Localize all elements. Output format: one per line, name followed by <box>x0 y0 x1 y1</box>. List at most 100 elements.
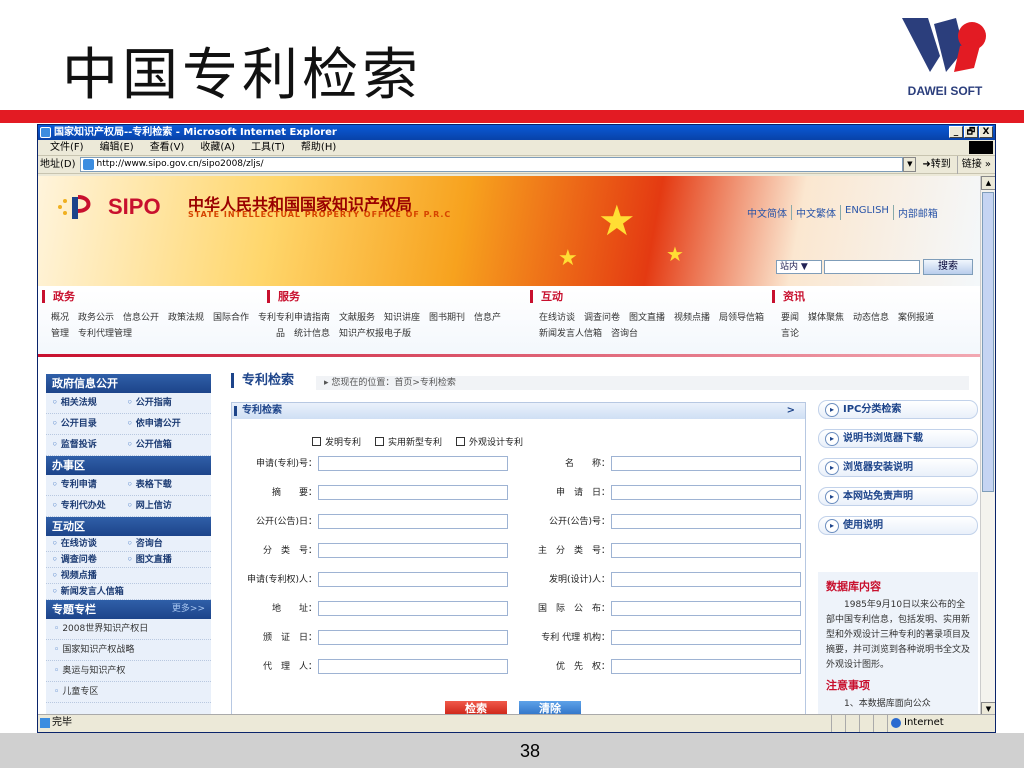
checkbox-utility-model[interactable]: 实用新型专利 <box>375 435 442 448</box>
sidebar-link[interactable]: 专利申请 <box>46 475 121 495</box>
menu-help[interactable]: 帮助(H) <box>293 140 344 155</box>
classification-input[interactable] <box>318 543 508 558</box>
sidebar-link[interactable]: 视频点播 <box>46 568 196 583</box>
ie-icon <box>40 127 51 138</box>
application-date-input[interactable] <box>611 485 801 500</box>
sidebar-special-item[interactable]: 奥运与知识产权 <box>46 661 211 682</box>
page-title: 专利检索 <box>231 373 294 388</box>
sidebar-link[interactable]: 专利代办处 <box>46 496 121 516</box>
disclaimer-button[interactable]: 本网站免责声明 <box>818 487 978 506</box>
more-link[interactable]: 更多>> <box>172 600 205 619</box>
sidebar-link[interactable]: 公开指南 <box>121 393 196 413</box>
sidebar-link[interactable]: 监督投诉 <box>46 435 121 455</box>
site-scope-select[interactable]: 站内 ▼ <box>776 260 822 274</box>
slide-footer <box>0 733 1024 768</box>
field-label: 颁 证 日： <box>262 633 317 643</box>
priority-input[interactable] <box>611 659 801 674</box>
menu-tools[interactable]: 工具(T) <box>243 140 293 155</box>
sidebar-link[interactable]: 表格下载 <box>121 475 196 495</box>
status-cell <box>845 715 859 732</box>
panel-arrow-icon[interactable]: > <box>787 403 795 419</box>
field-label: 发明(设计)人： <box>548 575 610 585</box>
sidebar-link[interactable]: 公开目录 <box>46 414 121 434</box>
nav-section-links[interactable]: 要闻 媒体聚焦 动态信息 案例报道 言论 <box>768 310 943 342</box>
grant-date-input[interactable] <box>318 630 508 645</box>
checkbox-design[interactable]: 外观设计专利 <box>456 435 523 448</box>
application-number-input[interactable] <box>318 456 508 471</box>
publication-number-input[interactable] <box>611 514 801 529</box>
sidebar-link[interactable]: 在线访谈 <box>46 536 121 551</box>
menu-favorites[interactable]: 收藏(A) <box>192 140 243 155</box>
international-publication-input[interactable] <box>611 601 801 616</box>
window-titlebar: 国家知识产权局--专利检索 - Microsoft Internet Explo… <box>38 125 995 140</box>
viewer-download-button[interactable]: 说明书浏览器下载 <box>818 429 978 448</box>
abstract-input[interactable] <box>318 485 508 500</box>
link-traditional-chinese[interactable]: 中文繁体 <box>792 205 841 220</box>
sidebar-link[interactable]: 网上信访 <box>121 496 196 516</box>
form-row: 公开(公告)日： 公开(公告)号： <box>232 514 807 530</box>
address-input[interactable]: http://www.sipo.gov.cn/sipo2008/zljs/ <box>79 157 904 172</box>
scroll-up-icon[interactable]: ▲ <box>981 176 995 190</box>
checkbox[interactable] <box>375 437 385 446</box>
banner-links: 中文简体 中文繁体 ENGLISH 内部邮箱 <box>743 205 942 220</box>
sidebar-link[interactable]: 依申请公开 <box>121 414 196 434</box>
nav-section-links[interactable]: 概况 政务公示 信息公开 政策法规 国际合作 专利管理 专利代理管理 <box>38 310 278 342</box>
inventor-input[interactable] <box>611 572 801 587</box>
right-column: IPC分类检索 说明书浏览器下载 浏览器安装说明 本网站免责声明 使用说明 数据… <box>818 400 978 716</box>
nav-section-title: 资讯 <box>772 290 938 303</box>
vertical-scrollbar[interactable]: ▲ ▼ <box>980 176 995 716</box>
notes-text: 1、本数据库面向公众 <box>844 699 931 709</box>
flag-star-icon: ★ <box>666 242 684 266</box>
dawei-logo-icon <box>902 18 986 72</box>
title-input[interactable] <box>611 456 801 471</box>
minimize-button[interactable]: _ <box>949 126 963 138</box>
sidebar-link[interactable]: 公开信箱 <box>121 435 196 455</box>
link-simplified-chinese[interactable]: 中文简体 <box>743 205 792 220</box>
nav-section-links[interactable]: 专利申请指南 文献服务 知识讲座 图书期刊 信息产品 统计信息 知识产权报电子版 <box>263 310 503 342</box>
sidebar-link[interactable]: 相关法规 <box>46 393 121 413</box>
go-button[interactable]: ➜转到 <box>916 156 956 174</box>
sidebar-link[interactable]: 咨询台 <box>121 536 196 551</box>
sidebar-special-item[interactable]: 2008世界知识产权日 <box>46 619 211 640</box>
link-english[interactable]: ENGLISH <box>841 205 894 220</box>
nav-section-title: 互动 <box>530 290 766 303</box>
usage-guide-button[interactable]: 使用说明 <box>818 516 978 535</box>
sidebar-link[interactable]: 调查问卷 <box>46 552 121 567</box>
maximize-button[interactable]: 🗗 <box>964 126 978 138</box>
viewer-install-button[interactable]: 浏览器安装说明 <box>818 458 978 477</box>
db-title: 数据库内容 <box>826 580 881 593</box>
checkbox-invention[interactable]: 发明专利 <box>312 435 361 448</box>
form-row: 地 址： 国 际 公 布： <box>232 601 807 617</box>
nav-section-links[interactable]: 在线访谈 调查问卷 图文直播 视频点播 局领导信箱 新闻发言人信箱 咨询台 <box>526 310 773 342</box>
ipc-search-button[interactable]: IPC分类检索 <box>818 400 978 419</box>
main-classification-input[interactable] <box>611 543 801 558</box>
publication-date-input[interactable] <box>318 514 508 529</box>
checkbox[interactable] <box>312 437 321 446</box>
sidebar-special-item[interactable]: 国家知识产权战略 <box>46 640 211 661</box>
menu-file[interactable]: 文件(F) <box>42 140 92 155</box>
link-internal-mail[interactable]: 内部邮箱 <box>894 205 942 220</box>
links-button[interactable]: 链接 » <box>956 155 995 174</box>
close-button[interactable]: X <box>979 126 993 138</box>
sidebar-link[interactable]: 新闻发言人信箱 <box>46 584 196 599</box>
sidebar-row: 专利代办处网上信访 <box>46 496 211 517</box>
header-red-bar <box>0 110 1024 123</box>
agency-input[interactable] <box>611 630 801 645</box>
patent-type-checkboxes: 发明专利 实用新型专利 外观设计专利 <box>312 435 523 448</box>
site-search-button[interactable]: 搜索 <box>923 259 973 275</box>
nav-section-title: 政务 <box>42 290 278 303</box>
sidebar-special-item[interactable]: 儿童专区 <box>46 682 211 703</box>
sidebar-row: 专利申请表格下载 <box>46 475 211 496</box>
checkbox[interactable] <box>456 437 466 446</box>
sidebar-header-special: 专题专栏 更多>> <box>46 600 211 619</box>
site-search-input[interactable] <box>824 260 920 274</box>
menu-edit[interactable]: 编辑(E) <box>92 140 142 155</box>
sidebar-link[interactable]: 图文直播 <box>121 552 196 567</box>
applicant-input[interactable] <box>318 572 508 587</box>
menu-view[interactable]: 查看(V) <box>142 140 193 155</box>
scroll-thumb[interactable] <box>982 192 994 492</box>
agent-input[interactable] <box>318 659 508 674</box>
address-field-input[interactable] <box>318 601 508 616</box>
address-dropdown-icon[interactable]: ▼ <box>903 157 917 172</box>
field-label: 分 类 号： <box>262 546 317 556</box>
